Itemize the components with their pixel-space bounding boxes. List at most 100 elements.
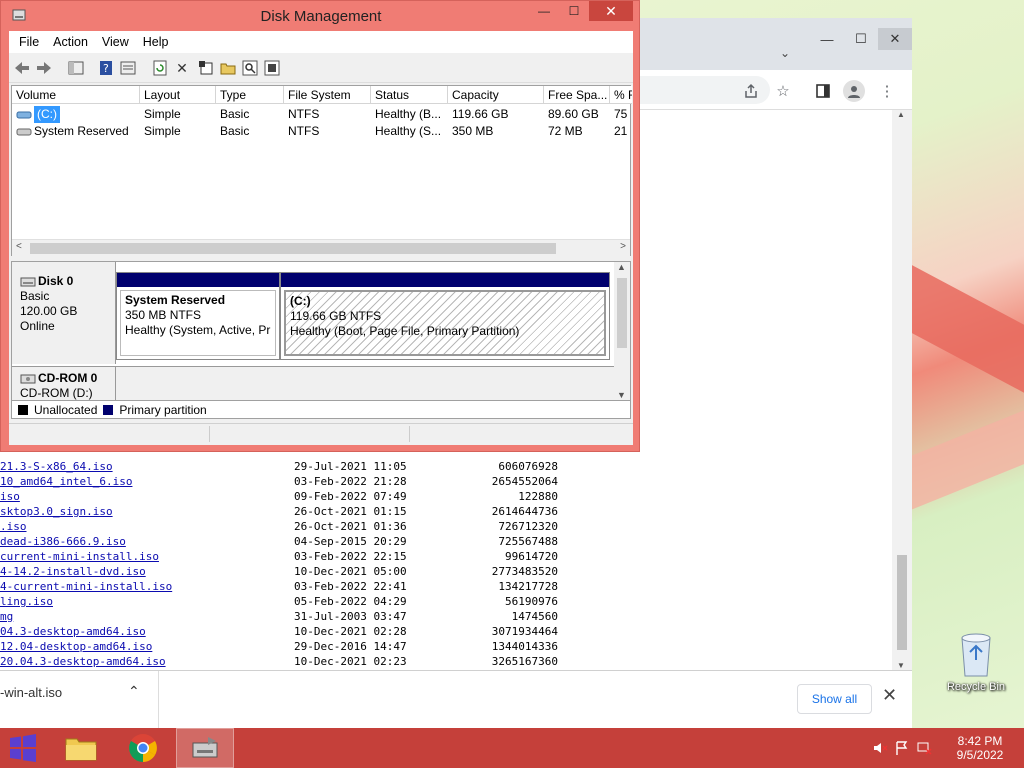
col-file-system[interactable]: File System <box>284 86 371 104</box>
file-date: 05-Feb-2022 04:29 <box>294 595 407 608</box>
cdrom0-info[interactable]: CD-ROM 0 CD-ROM (D:) <box>12 366 116 400</box>
folder-icon <box>65 738 97 761</box>
chrome-taskbar-button[interactable] <box>114 728 172 768</box>
profile-avatar-icon[interactable] <box>843 80 865 102</box>
tab-search-chevron-icon[interactable]: ⌄ <box>780 46 790 60</box>
legend-unallocated-label: Unallocated <box>34 402 98 417</box>
disk0-state: Online <box>20 319 55 333</box>
menu-bar: File Action View Help <box>9 31 633 53</box>
file-link[interactable]: 12.04-desktop-amd64.iso <box>0 640 152 653</box>
menu-action[interactable]: Action <box>53 35 88 49</box>
menu-view[interactable]: View <box>102 35 129 49</box>
forward-arrow-icon[interactable] <box>35 59 53 77</box>
partition-status: Healthy (System, Active, Prir <box>125 323 271 337</box>
file-link[interactable]: 20.04.3-desktop-amd64.iso <box>0 655 166 668</box>
file-link[interactable]: 21.3-S-x86_64.iso <box>0 460 113 473</box>
console-tree-icon[interactable] <box>67 59 85 77</box>
close-button[interactable]: ✕ <box>589 1 633 21</box>
menu-help[interactable]: Help <box>143 35 169 49</box>
file-link[interactable]: 04.3-desktop-amd64.iso <box>0 625 146 638</box>
file-date: 10-Dec-2021 05:00 <box>294 565 407 578</box>
col-volume[interactable]: Volume <box>12 86 140 104</box>
speaker-muted-icon[interactable] <box>872 740 888 756</box>
browser-menu-icon[interactable]: ⋮ <box>876 80 898 102</box>
volume-row-system-reserved[interactable]: System Reserved Simple Basic NTFS Health… <box>12 123 632 140</box>
file-size: 2654552064 <box>491 475 558 488</box>
file-size: 2614644736 <box>491 505 558 518</box>
file-date: 03-Feb-2022 22:15 <box>294 550 407 563</box>
file-link[interactable]: sktop3.0_sign.iso <box>0 505 113 518</box>
back-arrow-icon[interactable] <box>13 59 31 77</box>
file-link[interactable]: current-mini-install.iso <box>0 550 159 563</box>
properties-list-icon[interactable] <box>119 59 137 77</box>
delete-icon[interactable]: ✕ <box>173 59 191 77</box>
download-options-chevron-icon[interactable]: ⌃ <box>128 683 140 700</box>
file-size: 99614720 <box>505 550 558 563</box>
taskbar-clock[interactable]: 8:42 PM 9/5/2022 <box>948 734 1012 762</box>
download-item[interactable]: -win-alt.iso <box>0 685 62 700</box>
file-link[interactable]: iso <box>0 490 20 503</box>
maximize-button[interactable]: ☐ <box>559 1 589 21</box>
bookmark-star-icon[interactable]: ☆ <box>772 80 794 102</box>
partition-system-reserved[interactable]: System Reserved 350 MB NTFS Healthy (Sys… <box>116 272 280 360</box>
menu-file[interactable]: File <box>19 35 39 49</box>
disk-management-taskbar-button[interactable] <box>176 728 234 768</box>
volume-status: Healthy (S... <box>375 124 442 138</box>
recycle-bin[interactable]: Recycle Bin <box>944 630 1008 693</box>
col-free-space[interactable]: Free Spa... <box>544 86 610 104</box>
volume-layout: Simple <box>144 107 181 121</box>
action-center-flag-icon[interactable] <box>894 740 910 756</box>
col-status[interactable]: Status <box>371 86 448 104</box>
browser-close-button[interactable]: ✕ <box>878 28 912 50</box>
show-all-downloads-button[interactable]: Show all <box>797 684 872 714</box>
volume-list-hscrollbar[interactable]: < > <box>12 239 630 256</box>
minimize-button[interactable]: — <box>529 1 559 21</box>
volume-row-c[interactable]: (C:) Simple Basic NTFS Healthy (B... 119… <box>12 106 632 123</box>
help-icon[interactable]: ? <box>97 59 115 77</box>
recycle-bin-label: Recycle Bin <box>946 681 1006 693</box>
network-disconnected-icon[interactable] <box>916 740 932 756</box>
file-link[interactable]: 4-current-mini-install.iso <box>0 580 172 593</box>
graphical-view-scrollbar[interactable]: ▲ ▼ <box>614 262 630 400</box>
file-link[interactable]: 10_amd64_intel_6.iso <box>0 475 132 488</box>
file-link[interactable]: 4-14.2-install-dvd.iso <box>0 565 146 578</box>
file-date: 10-Dec-2021 02:23 <box>294 655 407 668</box>
refresh-icon[interactable] <box>151 59 169 77</box>
export-list-icon[interactable] <box>263 59 281 77</box>
file-link[interactable]: .iso <box>0 520 27 533</box>
col-layout[interactable]: Layout <box>140 86 216 104</box>
browser-maximize-button[interactable]: ☐ <box>844 28 878 50</box>
volume-list-header: Volume Layout Type File System Status Ca… <box>12 86 632 104</box>
file-size: 1474560 <box>511 610 558 623</box>
properties-icon[interactable] <box>197 59 215 77</box>
cdrom-area <box>116 366 614 400</box>
system-tray <box>872 740 932 756</box>
col-capacity[interactable]: Capacity <box>448 86 544 104</box>
file-size: 1344014336 <box>491 640 558 653</box>
open-folder-icon[interactable] <box>219 59 237 77</box>
page-scrollbar[interactable]: ▲ ▼ <box>892 110 912 670</box>
disk0-info[interactable]: Disk 0 Basic 120.00 GB Online <box>12 262 116 364</box>
search-magnifier-icon[interactable] <box>241 59 259 77</box>
file-size: 2773483520 <box>491 565 558 578</box>
file-date: 26-Oct-2021 01:36 <box>294 520 407 533</box>
file-link[interactable]: dead-i386-666.9.iso <box>0 535 126 548</box>
browser-minimize-button[interactable]: — <box>810 28 844 50</box>
disk-management-client: File Action View Help ? ✕ Volume Layout … <box>9 31 633 445</box>
file-explorer-taskbar-button[interactable] <box>52 728 110 768</box>
file-size: 122880 <box>518 490 558 503</box>
partition-c[interactable]: (C:) 119.66 GB NTFS Healthy (Boot, Page … <box>280 272 610 360</box>
file-size: 725567488 <box>498 535 558 548</box>
file-link[interactable]: mg <box>0 610 13 623</box>
side-panel-icon[interactable] <box>812 80 834 102</box>
col-type[interactable]: Type <box>216 86 284 104</box>
legend-primary-label: Primary partition <box>119 402 207 417</box>
close-download-bar-icon[interactable]: ✕ <box>882 685 897 706</box>
file-link[interactable]: ling.iso <box>0 595 53 608</box>
file-date: 29-Dec-2016 14:47 <box>294 640 407 653</box>
col-percent-free[interactable]: % F <box>610 86 632 104</box>
volume-free: 72 MB <box>548 124 583 138</box>
title-bar[interactable]: Disk Management — ☐ ✕ <box>1 1 639 31</box>
windows-start-icon[interactable] <box>8 734 38 762</box>
share-icon[interactable] <box>740 80 762 102</box>
